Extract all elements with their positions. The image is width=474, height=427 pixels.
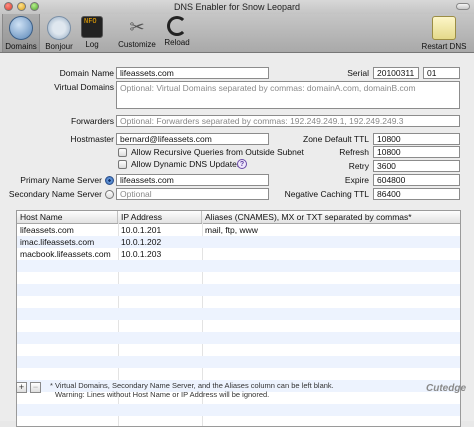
- allow-recursive-label: Allow Recursive Queries from Outside Sub…: [131, 147, 304, 157]
- zone-ttl-label: Zone Default TTL: [303, 134, 369, 144]
- domains-panel: Domain Name lifeassets.com Serial 201003…: [0, 53, 474, 427]
- empty-row: [17, 284, 460, 296]
- retry-label: Retry: [348, 161, 369, 171]
- toolbar-toggle-button[interactable]: [456, 3, 470, 10]
- toolbar-label: Restart DNS: [421, 42, 467, 51]
- zone-ttl-field[interactable]: 10800: [373, 133, 460, 145]
- negative-caching-ttl-label: Negative Caching TTL: [284, 189, 369, 199]
- help-icon[interactable]: ?: [237, 159, 247, 169]
- toolbar-bonjour-button[interactable]: Bonjour: [42, 14, 76, 52]
- domain-name-field[interactable]: lifeassets.com: [116, 67, 269, 79]
- allow-recursive-checkbox[interactable]: [118, 148, 127, 157]
- primary-ns-radio[interactable]: [105, 176, 114, 185]
- tools-icon: ✂: [129, 17, 145, 37]
- expire-label: Expire: [344, 175, 369, 185]
- empty-row: [17, 260, 460, 272]
- toolbar-label: Domains: [5, 42, 37, 51]
- reload-icon: [167, 16, 187, 36]
- minimize-button[interactable]: [17, 2, 26, 11]
- toolbar-log-button[interactable]: NFO Log: [80, 14, 104, 52]
- log-icon: NFO: [81, 16, 103, 38]
- aliases-cell[interactable]: mail, ftp, www: [202, 224, 258, 236]
- bonjour-icon: [47, 16, 71, 40]
- app-window: DNS Enabler for Snow Leopard Domains Bon…: [0, 0, 474, 427]
- column-header-ip-address[interactable]: IP Address: [118, 211, 202, 223]
- window-controls: [4, 2, 39, 11]
- restart-icon: [432, 16, 456, 40]
- serial-field[interactable]: 20100311: [373, 67, 419, 79]
- table-header: Host Name IP Address Aliases (CNAMES), M…: [17, 211, 460, 224]
- toolbar-customize-button[interactable]: ✂ Customize: [116, 14, 158, 52]
- secondary-ns-radio[interactable]: [105, 190, 114, 199]
- toolbar-reload-button[interactable]: Reload: [162, 14, 192, 52]
- ip-address-cell[interactable]: 10.0.1.202: [118, 236, 161, 248]
- toolbar-restart-dns-button[interactable]: Restart DNS: [418, 14, 470, 52]
- cutedge-logo: Cutedge: [426, 383, 466, 394]
- window-title: DNS Enabler for Snow Leopard: [173, 2, 301, 12]
- virtual-domains-label: Virtual Domains: [54, 82, 114, 92]
- footnote-line-2: Warning: Lines without Host Name or IP A…: [55, 390, 270, 399]
- footnote-line-1: * Virtual Domains, Secondary Name Server…: [50, 381, 334, 390]
- refresh-label: Refresh: [339, 147, 369, 157]
- globe-icon: [9, 16, 33, 40]
- refresh-field[interactable]: 10800: [373, 146, 460, 158]
- expire-field[interactable]: 604800: [373, 174, 460, 186]
- table-row[interactable]: macbook.lifeassets.com 10.0.1.203: [17, 248, 460, 260]
- host-name-cell[interactable]: imac.lifeassets.com: [17, 236, 94, 248]
- ip-address-cell[interactable]: 10.0.1.203: [118, 248, 161, 260]
- serial-label: Serial: [347, 68, 369, 78]
- allow-dynamic-dns-checkbox[interactable]: [118, 160, 127, 169]
- table-row[interactable]: lifeassets.com 10.0.1.201 mail, ftp, www: [17, 224, 460, 236]
- negative-caching-ttl-field[interactable]: 86400: [373, 188, 460, 200]
- serial-suffix-field[interactable]: 01: [423, 67, 460, 79]
- column-header-host-name[interactable]: Host Name: [17, 211, 118, 223]
- aliases-cell[interactable]: [202, 236, 205, 248]
- hostmaster-field[interactable]: bernard@lifeassets.com: [116, 133, 269, 145]
- aliases-cell[interactable]: [202, 248, 205, 260]
- toolbar-label: Bonjour: [45, 42, 73, 51]
- zoom-button[interactable]: [30, 2, 39, 11]
- table-row[interactable]: imac.lifeassets.com 10.0.1.202: [17, 236, 460, 248]
- toolbar: Domains Bonjour NFO Log ✂ Customize Relo…: [0, 14, 474, 53]
- secondary-ns-field[interactable]: Optional: [116, 188, 269, 200]
- retry-field[interactable]: 3600: [373, 160, 460, 172]
- primary-ns-field[interactable]: lifeassets.com: [116, 174, 269, 186]
- virtual-domains-field[interactable]: Optional: Virtual Domains separated by c…: [116, 81, 460, 109]
- empty-row: [17, 404, 460, 416]
- column-header-aliases[interactable]: Aliases (CNAMES), MX or TXT separated by…: [202, 211, 460, 223]
- forwarders-field[interactable]: Optional: Forwarders separated by commas…: [116, 115, 460, 127]
- toolbar-label: Log: [85, 40, 99, 49]
- empty-row: [17, 356, 460, 368]
- forwarders-label: Forwarders: [71, 116, 114, 126]
- allow-dynamic-dns-label: Allow Dynamic DNS Updates: [131, 159, 242, 169]
- close-button[interactable]: [4, 2, 13, 11]
- empty-row: [17, 332, 460, 344]
- secondary-ns-label: Secondary Name Server: [8, 189, 102, 199]
- empty-row: [17, 308, 460, 320]
- hostmaster-label: Hostmaster: [70, 134, 114, 144]
- add-row-button[interactable]: +: [16, 382, 27, 393]
- host-name-cell[interactable]: lifeassets.com: [17, 224, 74, 236]
- toolbar-domains-button[interactable]: Domains: [2, 14, 40, 52]
- domain-name-label: Domain Name: [59, 68, 114, 78]
- host-name-cell[interactable]: macbook.lifeassets.com: [17, 248, 111, 260]
- title-bar: DNS Enabler for Snow Leopard: [0, 0, 474, 14]
- remove-row-button[interactable]: −: [30, 382, 41, 393]
- toolbar-label: Customize: [118, 40, 156, 49]
- ip-address-cell[interactable]: 10.0.1.201: [118, 224, 161, 236]
- primary-ns-label: Primary Name Server: [20, 175, 102, 185]
- toolbar-label: Reload: [164, 38, 190, 47]
